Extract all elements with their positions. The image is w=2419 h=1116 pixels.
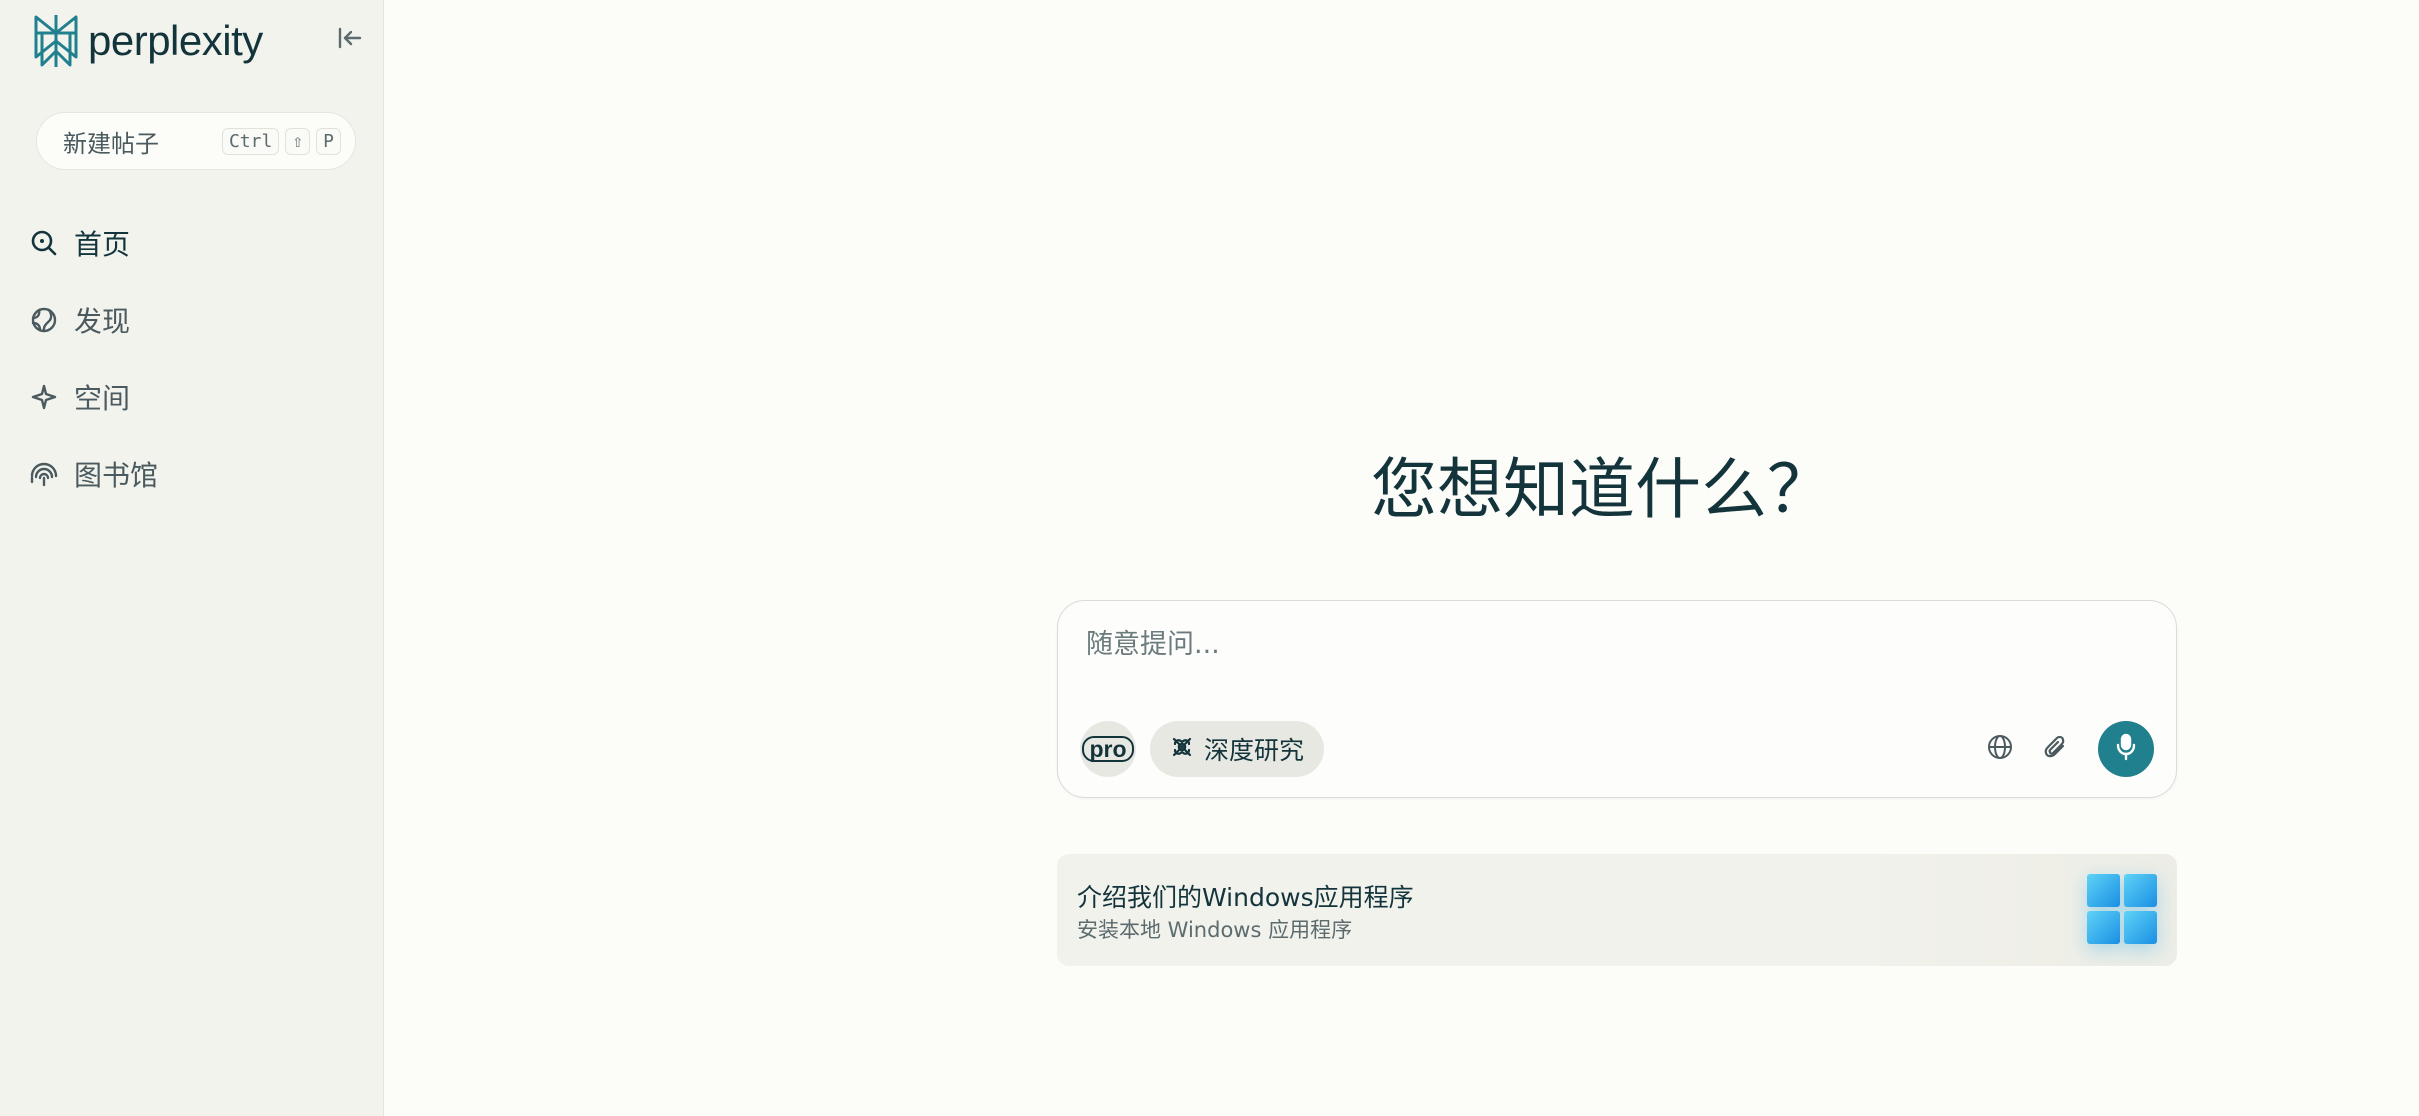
voice-input-button[interactable] bbox=[2098, 721, 2154, 777]
search-composer: pro 深度研究 bbox=[1057, 600, 2177, 798]
microphone-icon bbox=[2115, 733, 2137, 765]
new-thread-button[interactable]: 新建帖子 Ctrl ⇧ P bbox=[36, 112, 356, 170]
search-input[interactable] bbox=[1084, 623, 2148, 665]
shortcut-key-ctrl: Ctrl bbox=[221, 127, 280, 155]
new-thread-label: 新建帖子 bbox=[63, 129, 159, 158]
sidebar-nav: 首页 发现 空间 图书馆 bbox=[28, 204, 358, 512]
page-title: 您想知道什么？ bbox=[1371, 451, 1833, 528]
deep-research-button[interactable]: 深度研究 bbox=[1150, 721, 1325, 777]
collapse-sidebar-button[interactable] bbox=[332, 22, 368, 58]
pro-toggle-button[interactable]: pro bbox=[1080, 721, 1136, 777]
atom-icon bbox=[1170, 735, 1194, 763]
globe-discover-icon bbox=[28, 304, 60, 336]
sidebar-item-label: 图书馆 bbox=[74, 458, 159, 492]
source-focus-button[interactable] bbox=[1978, 727, 2022, 771]
attach-file-button[interactable] bbox=[2034, 727, 2078, 771]
windows-app-promo-card[interactable]: 介绍我们的Windows应用程序 安装本地 Windows 应用程序 bbox=[1057, 854, 2177, 966]
sidebar-item-home[interactable]: 首页 bbox=[28, 204, 358, 281]
logo-wordmark: perplexity bbox=[88, 17, 263, 64]
promo-title: 介绍我们的Windows应用程序 bbox=[1077, 883, 1414, 912]
logo[interactable]: perplexity bbox=[32, 12, 263, 70]
pro-label: pro bbox=[1082, 736, 1134, 762]
windows-logo-icon bbox=[2087, 874, 2157, 944]
globe-icon bbox=[1987, 734, 2013, 764]
sidebar-item-label: 发现 bbox=[74, 304, 131, 338]
shortcut-key-shift: ⇧ bbox=[285, 127, 311, 155]
sidebar-item-library[interactable]: 图书馆 bbox=[28, 435, 358, 512]
sidebar-item-spaces[interactable]: 空间 bbox=[28, 358, 358, 435]
deep-research-label: 深度研究 bbox=[1204, 736, 1305, 765]
sidebar-item-label: 空间 bbox=[74, 381, 131, 415]
sidebar-item-discover[interactable]: 发现 bbox=[28, 281, 358, 358]
collapse-left-icon bbox=[337, 27, 363, 53]
library-icon bbox=[28, 458, 60, 490]
sidebar-item-label: 首页 bbox=[74, 227, 131, 261]
shortcut-key-p: P bbox=[316, 127, 341, 155]
paperclip-icon bbox=[2043, 734, 2069, 764]
promo-subtitle: 安装本地 Windows 应用程序 bbox=[1077, 918, 1353, 942]
sidebar: perplexity 新建帖子 Ctrl ⇧ P 首页 发现 空间 图书馆 bbox=[0, 0, 384, 1116]
perplexity-logo-icon bbox=[32, 13, 80, 69]
sparkle-icon bbox=[28, 381, 60, 413]
search-icon bbox=[28, 227, 60, 259]
